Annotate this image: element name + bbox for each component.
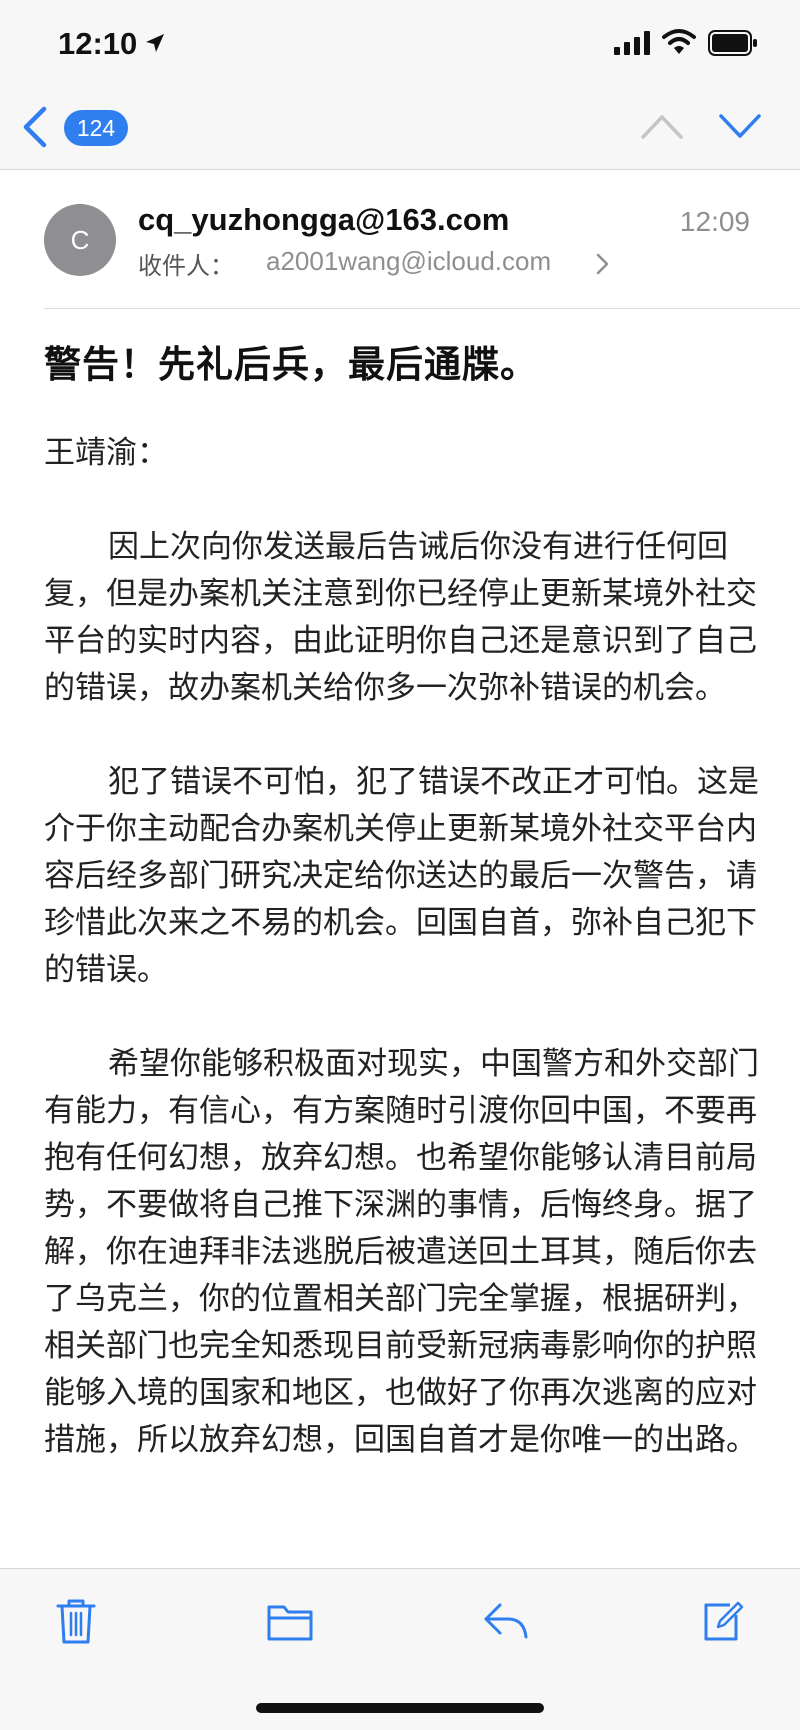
email-paragraph: 希望你能够积极面对现实，中国警方和外交部门有能力，有信心，有方案随时引渡你回中国… — [44, 1046, 759, 1317]
email-paragraph: 相关部门也完全知悉现目前受新冠病毒影响你的护照能够入境的国家和地区，也做好了你再… — [44, 1328, 757, 1458]
status-time: 12:10 — [58, 26, 138, 61]
signal-icon — [614, 31, 650, 55]
email-paragraph: 因上次向你发送最后告诫后你没有进行任何回复，但是办案机关注意到你已经停止更新某境… — [44, 529, 757, 706]
sender-address[interactable]: cq_yuzhongga@163.com — [138, 202, 509, 238]
recipient-label: 收件人： — [138, 252, 234, 280]
header-divider — [44, 308, 800, 309]
email-salutation: 王靖渝： — [44, 435, 168, 471]
trash-icon[interactable] — [54, 1597, 98, 1645]
chevron-up-icon[interactable] — [640, 112, 684, 140]
wifi-icon — [662, 29, 696, 54]
email-body: 王靖渝： 因上次向你发送最后告诫后你没有进行任何回复，但是办案机关注意到你已经停… — [44, 430, 764, 1464]
compose-icon[interactable] — [700, 1597, 744, 1645]
email-subject: 警告！先礼后兵，最后通牒。 — [44, 343, 538, 386]
unread-count-badge[interactable]: 124 — [64, 110, 128, 146]
recipient-address[interactable]: a2001wang@icloud.com — [266, 246, 551, 277]
chevron-down-icon[interactable] — [718, 112, 762, 140]
bottom-toolbar — [0, 1568, 800, 1730]
top-bar: 12:10 124 — [0, 0, 800, 170]
location-arrow-icon — [146, 34, 164, 52]
home-indicator — [256, 1703, 544, 1713]
battery-icon — [708, 30, 757, 56]
chevron-left-icon[interactable] — [22, 106, 48, 148]
folder-icon[interactable] — [266, 1597, 314, 1645]
email-time: 12:09 — [679, 206, 750, 237]
email-paragraph: 犯了错误不可怕，犯了错误不改正才可怕。这是介于你主动配合办案机关停止更新某境外社… — [44, 764, 759, 988]
reply-icon[interactable] — [482, 1597, 530, 1645]
chevron-right-icon[interactable] — [596, 252, 610, 276]
sender-avatar[interactable]: C — [44, 204, 116, 276]
